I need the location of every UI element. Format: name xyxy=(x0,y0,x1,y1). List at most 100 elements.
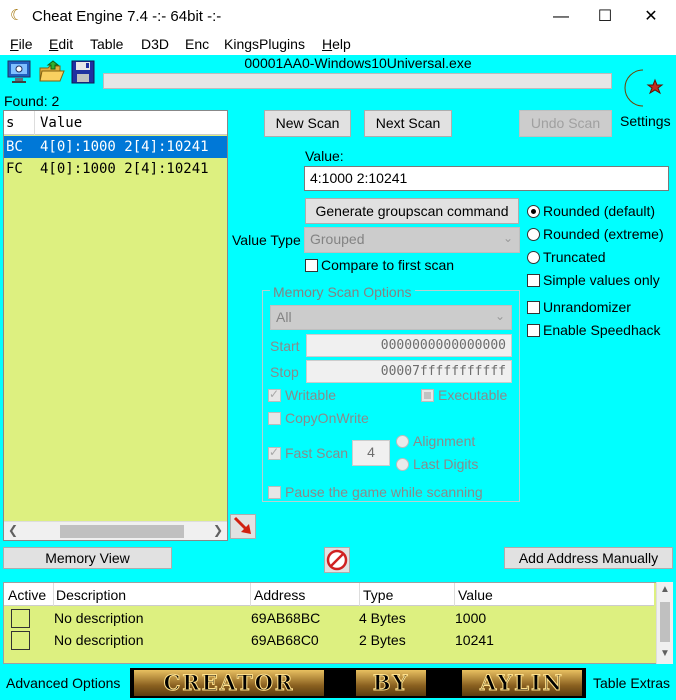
col-active[interactable]: Active xyxy=(8,587,46,603)
speedhack-label: Enable Speedhack xyxy=(543,322,661,338)
select-process-icon[interactable] xyxy=(6,59,34,85)
address-table[interactable]: Active Description Address Type Value No… xyxy=(3,582,673,664)
maximize-button[interactable]: ☐ xyxy=(582,0,628,33)
table-extras-link[interactable]: Table Extras xyxy=(593,675,670,691)
memory-view-button[interactable]: Memory View xyxy=(3,547,172,569)
menu-edit[interactable]: Edit xyxy=(49,36,73,52)
found-count: Found: 2 xyxy=(4,93,60,109)
result-row[interactable]: FC 4[0]:1000 2[4]:10241 xyxy=(4,158,227,180)
simple-values-label: Simple values only xyxy=(543,272,660,288)
stop-label: Stop xyxy=(270,364,299,380)
truncated-label: Truncated xyxy=(543,249,606,265)
banner-word: BY xyxy=(356,670,426,696)
truncated-radio[interactable] xyxy=(527,251,540,264)
add-to-list-arrow-button[interactable] xyxy=(230,514,256,539)
scan-progress-bar xyxy=(103,73,612,89)
advanced-options-link[interactable]: Advanced Options xyxy=(6,675,120,691)
start-label: Start xyxy=(270,338,300,354)
scan-value-input[interactable]: 4:1000 2:10241 xyxy=(304,166,669,191)
start-address-input[interactable]: 0000000000000000 xyxy=(306,334,512,357)
menu-help[interactable]: Help xyxy=(322,36,351,52)
generate-groupscan-button[interactable]: Generate groupscan command xyxy=(305,198,519,224)
rounded-default-label: Rounded (default) xyxy=(543,203,656,219)
value-type-select[interactable]: Grouped ⌄ xyxy=(304,227,520,253)
scan-results-list[interactable]: s Value BC 4[0]:1000 2[4]:10241 FC 4[0]:… xyxy=(3,110,228,541)
alignment-label: Alignment xyxy=(413,433,476,449)
table-row[interactable]: No description 69AB68C0 2 Bytes 10241 xyxy=(4,629,654,651)
chevron-down-icon: ⌄ xyxy=(502,231,513,245)
window-title: Cheat Engine 7.4 -:- 64bit -:- xyxy=(32,8,222,25)
rounded-default-radio[interactable] xyxy=(527,205,540,218)
stop-icon[interactable] xyxy=(324,547,350,573)
menu-kingsplugins[interactable]: KingsPlugins xyxy=(224,36,305,52)
menu-bar: File Edit Table D3D Enc KingsPlugins Hel… xyxy=(0,33,676,55)
chevron-down-icon: ⌄ xyxy=(494,309,505,323)
value-type-label: Value Type xyxy=(232,232,301,248)
menu-table[interactable]: Table xyxy=(90,36,123,52)
address-table-vertical-scrollbar[interactable]: ▲ ▼ xyxy=(656,582,673,664)
save-icon[interactable] xyxy=(70,59,98,85)
executable-checkbox[interactable] xyxy=(421,389,434,402)
red-arrow-icon xyxy=(233,516,251,534)
scroll-left-icon[interactable]: ❮ xyxy=(8,523,18,537)
new-scan-button[interactable]: New Scan xyxy=(264,110,351,137)
speedhack-checkbox[interactable] xyxy=(527,324,540,337)
writable-checkbox[interactable] xyxy=(268,387,281,402)
rounded-extreme-label: Rounded (extreme) xyxy=(543,226,664,242)
writable-label: Writable xyxy=(285,387,337,403)
table-row[interactable]: No description 69AB68BC 4 Bytes 1000 xyxy=(4,607,654,629)
menu-enc[interactable]: Enc xyxy=(185,36,209,52)
banner-word: CREATOR xyxy=(134,670,324,696)
compare-first-scan-checkbox[interactable] xyxy=(305,259,318,272)
active-checkbox[interactable] xyxy=(11,631,30,650)
copy-on-write-checkbox[interactable] xyxy=(268,412,281,425)
result-row[interactable]: BC 4[0]:1000 2[4]:10241 xyxy=(4,136,227,158)
value-label: Value: xyxy=(305,148,344,164)
scroll-thumb[interactable] xyxy=(60,525,184,538)
scroll-down-icon[interactable]: ▼ xyxy=(660,648,670,659)
open-file-icon[interactable] xyxy=(38,59,66,85)
col-description[interactable]: Description xyxy=(56,587,126,603)
active-checkbox[interactable] xyxy=(11,609,30,628)
menu-file[interactable]: File xyxy=(10,36,33,52)
results-header: s Value xyxy=(4,111,227,135)
title-bar[interactable]: ☾ Cheat Engine 7.4 -:- 64bit -:- — ☐ ✕ xyxy=(0,0,676,33)
creator-banner: CREATOR BY AYLIN xyxy=(130,668,586,698)
fast-scan-value-input[interactable]: 4 xyxy=(352,440,390,466)
simple-values-checkbox[interactable] xyxy=(527,274,540,287)
memory-region-select[interactable]: All ⌄ xyxy=(270,305,512,330)
undo-scan-button[interactable]: Undo Scan xyxy=(519,110,612,137)
pause-game-checkbox[interactable] xyxy=(268,486,281,499)
minimize-button[interactable]: — xyxy=(538,0,584,33)
process-title: 00001AA0-Windows10Universal.exe xyxy=(244,55,472,71)
scroll-up-icon[interactable]: ▲ xyxy=(660,584,670,595)
stop-address-input[interactable]: 00007fffffffffff xyxy=(306,360,512,383)
menu-d3d[interactable]: D3D xyxy=(141,36,169,52)
col-type[interactable]: Type xyxy=(363,587,393,603)
scroll-right-icon[interactable]: ❯ xyxy=(213,523,223,537)
scroll-thumb[interactable] xyxy=(660,602,670,642)
results-header-type[interactable]: s xyxy=(6,115,14,131)
executable-label: Executable xyxy=(438,387,508,403)
rounded-extreme-radio[interactable] xyxy=(527,228,540,241)
next-scan-button[interactable]: Next Scan xyxy=(364,110,452,137)
memory-scan-options-title: Memory Scan Options xyxy=(270,284,415,300)
address-table-header: Active Description Address Type Value xyxy=(4,583,654,606)
close-button[interactable]: ✕ xyxy=(628,0,674,33)
settings-label[interactable]: Settings xyxy=(620,113,671,129)
unrandomizer-checkbox[interactable] xyxy=(527,301,540,314)
results-horizontal-scrollbar[interactable]: ❮ ❯ xyxy=(4,521,227,540)
pause-game-label: Pause the game while scanning xyxy=(285,484,483,500)
cheat-engine-icon: ☾ xyxy=(10,7,24,24)
last-digits-label: Last Digits xyxy=(413,456,479,472)
col-value[interactable]: Value xyxy=(458,587,493,603)
alignment-radio[interactable] xyxy=(396,435,409,448)
fast-scan-checkbox[interactable] xyxy=(268,445,281,460)
results-header-value[interactable]: Value xyxy=(40,115,82,131)
copy-on-write-label: CopyOnWrite xyxy=(285,410,369,426)
col-address[interactable]: Address xyxy=(254,587,305,603)
last-digits-radio[interactable] xyxy=(396,458,409,471)
add-address-manually-button[interactable]: Add Address Manually xyxy=(504,547,673,569)
cheat-engine-logo-icon[interactable] xyxy=(617,66,667,110)
fast-scan-label: Fast Scan xyxy=(285,445,349,461)
